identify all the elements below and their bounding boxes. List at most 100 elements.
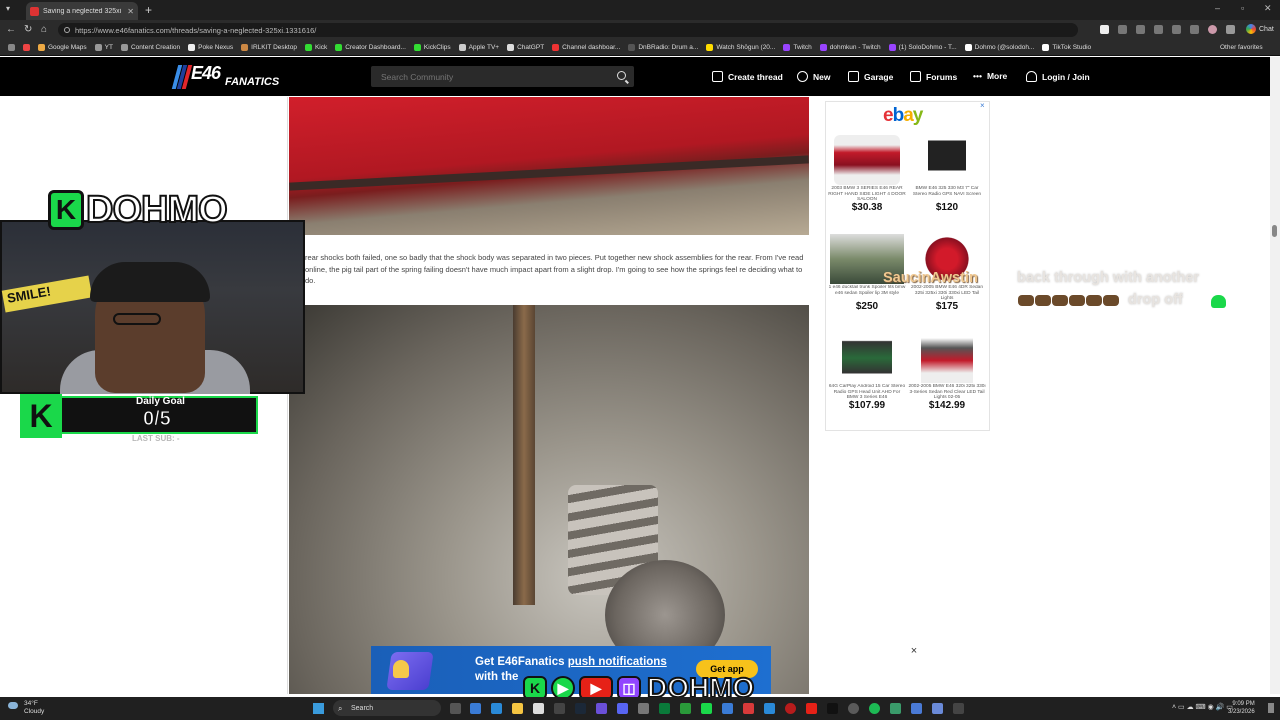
widgets-icon[interactable] (470, 703, 481, 714)
scrollbar-thumb[interactable] (1272, 225, 1277, 237)
x-icon[interactable] (827, 703, 838, 714)
search-icon[interactable] (617, 71, 626, 80)
url-bar[interactable]: https://www.e46fanatics.com/threads/savi… (58, 23, 1078, 37)
windows-start-icon[interactable] (313, 703, 324, 714)
bookmark-item[interactable]: IRLKIT Desktop (237, 44, 301, 51)
system-tray[interactable]: ˄ ▭ ☁ ⌨ ◉ 🔊 ▭ (1172, 703, 1233, 711)
post-photo-rocker-panel[interactable] (289, 97, 809, 235)
taskbar-search[interactable]: Search (333, 700, 441, 716)
bookmark-item[interactable]: ChatGPT (503, 44, 548, 51)
app-icon[interactable] (890, 703, 901, 714)
product-image (834, 135, 900, 185)
ad-product[interactable]: 64G CarPlay Android 15 Car Stereo Radio … (828, 333, 906, 411)
ad-product[interactable]: 2003 BMW 3 SERIES E46 REAR RIGHT HAND SI… (828, 135, 906, 213)
login-join-button[interactable]: Login / Join (1026, 71, 1090, 82)
extension-icon[interactable] (1136, 25, 1145, 34)
copilot-chat-button[interactable]: Chat (1246, 24, 1274, 34)
discord-icon[interactable] (617, 703, 628, 714)
ebay-logo[interactable]: ebay (883, 105, 923, 127)
create-thread-button[interactable]: Create thread (712, 71, 783, 82)
bookmark-item[interactable]: TikTok Studio (1038, 44, 1095, 51)
browser-tab[interactable]: Saving a neglected 325xi | E46 Fan... ✕ (26, 2, 138, 20)
extension-icon[interactable] (1154, 25, 1163, 34)
push-notifications-link[interactable]: push notifications (568, 656, 667, 668)
kick-icon[interactable] (701, 703, 712, 714)
extension-icon[interactable] (1118, 25, 1127, 34)
ad-product[interactable]: 2002-2005 BMW E46 320i 325i 330i 3-Serie… (908, 333, 986, 411)
e46fanatics-logo[interactable]: E46 FANATICS (171, 63, 279, 91)
minimize-button[interactable]: – (1215, 3, 1220, 13)
close-tab-icon[interactable]: ✕ (127, 7, 134, 16)
obs-icon[interactable] (848, 703, 859, 714)
bookmark-item[interactable]: YT (91, 44, 117, 51)
notification-icon[interactable] (1268, 703, 1274, 713)
other-favorites[interactable]: Other favorites (1220, 44, 1263, 51)
app-icon[interactable] (533, 703, 544, 714)
app-icon[interactable] (638, 703, 649, 714)
bookmark-item[interactable]: (1) SoloDohmo - T... (885, 44, 961, 51)
app-icon[interactable] (596, 703, 607, 714)
site-info-icon[interactable] (64, 27, 70, 33)
new-tab-button[interactable]: + (145, 3, 152, 17)
ad-choices-close-icon[interactable]: × (980, 101, 985, 110)
maximize-button[interactable]: ▫ (1241, 3, 1244, 13)
app-icon[interactable] (911, 703, 922, 714)
app-icon[interactable] (743, 703, 754, 714)
new-button[interactable]: New (797, 71, 830, 82)
bookmark-item[interactable]: Kick (301, 44, 331, 51)
bookmark-item[interactable]: Apple TV+ (455, 44, 503, 51)
bookmark-item[interactable]: KickClips (410, 44, 455, 51)
bookmark-item[interactable]: Channel dashboar... (548, 44, 624, 51)
bookmark-favicon-icon (628, 44, 636, 51)
xbox-icon[interactable] (680, 703, 691, 714)
collections-icon[interactable] (1190, 25, 1199, 34)
edge-icon[interactable] (764, 703, 775, 714)
steam-icon[interactable] (575, 703, 586, 714)
app-icon[interactable] (785, 703, 796, 714)
youtube-icon[interactable] (806, 703, 817, 714)
close-banner-icon[interactable]: × (908, 645, 920, 657)
app-icon[interactable] (953, 703, 964, 714)
page-scrollbar[interactable] (1270, 57, 1280, 694)
product-description: 2003 BMW 3 SERIES E46 REAR RIGHT HAND SI… (828, 186, 906, 202)
more-button[interactable]: ••• More (973, 71, 1007, 81)
bookmark-item[interactable]: Twitch (779, 44, 815, 51)
close-window-button[interactable]: ✕ (1264, 3, 1272, 14)
favorite-star-icon[interactable] (1100, 25, 1109, 34)
home-icon[interactable]: ⌂ (41, 24, 47, 35)
tab-list-dropdown-icon[interactable]: ▾ (6, 4, 10, 13)
post-photo-rear-suspension[interactable] (289, 305, 809, 694)
bookmark-item[interactable]: Creator Dashboard... (331, 44, 410, 51)
app-icon[interactable] (722, 703, 733, 714)
bookmark-item[interactable]: Content Creation (117, 44, 184, 51)
spotify-icon[interactable] (869, 703, 880, 714)
app-icon[interactable] (554, 703, 565, 714)
kick-icon (304, 44, 312, 51)
bookmark-item[interactable] (4, 44, 19, 51)
back-icon[interactable]: ← (6, 24, 16, 35)
app-icon[interactable] (659, 703, 670, 714)
bookmark-item[interactable]: Dohmo (@solodoh... (961, 44, 1039, 51)
community-search[interactable] (371, 66, 634, 87)
bookmark-item[interactable]: Google Maps (34, 44, 91, 51)
menu-dots-icon[interactable] (1226, 25, 1235, 34)
bookmark-item[interactable]: DnBRadio: Drum a... (624, 44, 702, 51)
edge-icon[interactable] (491, 703, 502, 714)
bookmark-item[interactable]: dohmkun - Twitch (816, 44, 885, 51)
bookmark-item[interactable] (19, 44, 34, 51)
streamer-cap (90, 262, 210, 302)
app-icon[interactable] (932, 703, 943, 714)
favorites-icon[interactable] (1172, 25, 1181, 34)
ad-product[interactable]: BMW E46 325 330 M3 7" Car Stereo Radio G… (908, 135, 986, 213)
garage-button[interactable]: Garage (848, 71, 893, 82)
profile-avatar[interactable] (1208, 25, 1217, 34)
refresh-icon[interactable]: ↻ (24, 24, 32, 35)
emote-icon (1052, 295, 1068, 306)
file-explorer-icon[interactable] (512, 703, 523, 714)
bookmark-item[interactable]: Watch Shōgun (20... (702, 44, 779, 51)
forums-button[interactable]: Forums (910, 71, 957, 82)
search-input[interactable] (381, 71, 611, 82)
taskbar-clock[interactable]: 9:09 PM 3/23/2026 (1228, 700, 1255, 716)
task-view-icon[interactable] (450, 703, 461, 714)
bookmark-item[interactable]: Poke Nexus (184, 44, 237, 51)
